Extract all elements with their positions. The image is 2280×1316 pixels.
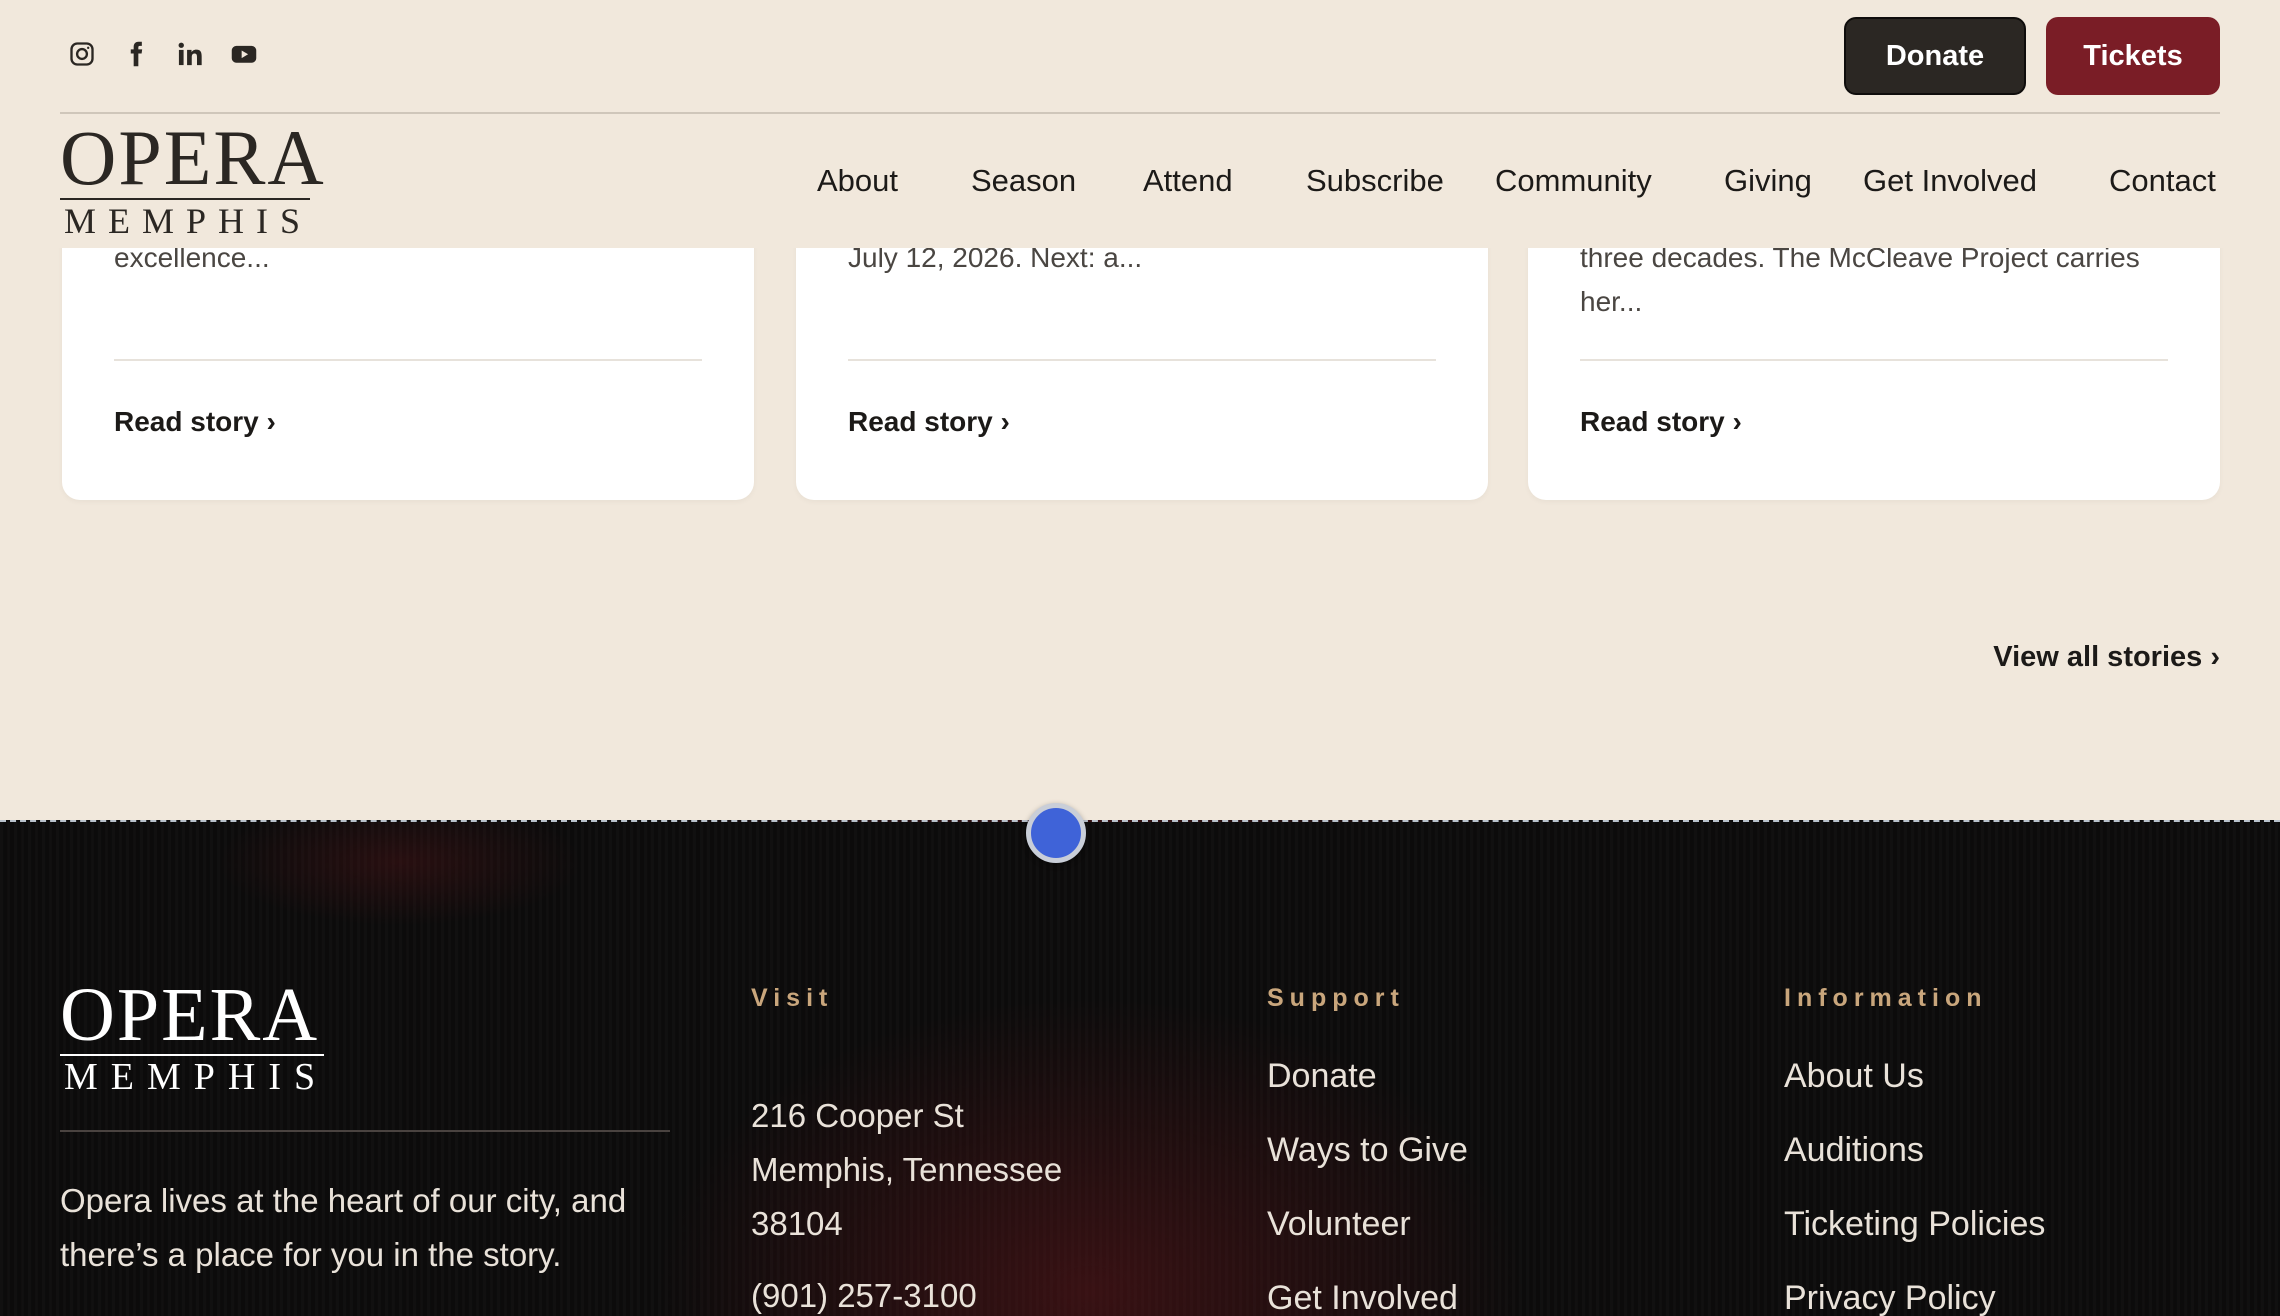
nav-item-attend[interactable]: Attend <box>1143 163 1233 199</box>
footer-tagline: Opera lives at the heart of our city, an… <box>60 1182 627 1273</box>
footer-link-about-us[interactable]: About Us <box>1784 1057 1924 1095</box>
footer-link-ticketing-policies[interactable]: Ticketing Policies <box>1784 1205 2045 1243</box>
nav-item-about[interactable]: About <box>817 163 898 199</box>
pointer-indicator <box>1026 803 1086 863</box>
footer-visit-column: Visit 216 Cooper St Memphis, Tennessee 3… <box>751 984 1062 1316</box>
footer-divider <box>60 1130 670 1132</box>
nav-item-community[interactable]: Community <box>1495 163 1652 199</box>
information-heading: Information <box>1784 984 1988 1012</box>
nav-item-contact[interactable]: Contact <box>2109 163 2216 199</box>
footer-link-privacy-policy[interactable]: Privacy Policy <box>1784 1279 1996 1316</box>
logo-wordmark-top: OPERA <box>60 973 320 1057</box>
read-story-link[interactable]: Read story › <box>1580 406 1742 438</box>
nav-item-giving[interactable]: Giving <box>1724 163 1812 199</box>
header-divider <box>60 112 2220 114</box>
footer-link-auditions[interactable]: Auditions <box>1784 1131 1924 1169</box>
address-line-city: Memphis, Tennessee <box>751 1151 1063 1188</box>
footer-logo[interactable]: OPERA MEMPHIS <box>60 973 329 1098</box>
support-heading: Support <box>1267 984 1405 1012</box>
youtube-icon[interactable] <box>230 40 258 68</box>
card-divider <box>848 359 1436 361</box>
card-divider <box>114 359 702 361</box>
visit-heading: Visit <box>751 984 834 1012</box>
logo-wordmark-bottom: MEMPHIS <box>64 1056 329 1098</box>
information-links: About Us Auditions Ticketing Policies Pr… <box>1784 1057 2045 1316</box>
footer-link-get-involved[interactable]: Get Involved <box>1267 1279 1458 1316</box>
logo-wordmark-bottom: MEMPHIS <box>64 201 313 241</box>
instagram-icon[interactable] <box>68 40 96 68</box>
tickets-button[interactable]: Tickets <box>2046 17 2220 95</box>
story-excerpt: three decades. The McCleave Project carr… <box>1580 242 2140 317</box>
footer-information-column: Information About Us Auditions Ticketing… <box>1784 984 2045 1316</box>
address-line-zip: 38104 <box>751 1205 843 1242</box>
donate-button[interactable]: Donate <box>1844 17 2026 95</box>
venue-address: 216 Cooper St Memphis, Tennessee 38104 <box>751 1089 1062 1251</box>
view-all-stories-link[interactable]: View all stories › <box>1993 641 2220 674</box>
address-line-street: 216 Cooper St <box>751 1097 964 1134</box>
footer-link-volunteer[interactable]: Volunteer <box>1267 1205 1411 1243</box>
phone-number[interactable]: (901) 257-3100 <box>751 1269 1062 1316</box>
nav-item-get-involved[interactable]: Get Involved <box>1863 163 2037 199</box>
read-story-link[interactable]: Read story › <box>848 406 1010 438</box>
read-story-link[interactable]: Read story › <box>114 406 276 438</box>
facebook-icon[interactable] <box>122 40 150 68</box>
site-header: Donate Tickets OPERA MEMPHIS About Seaso… <box>0 0 2280 248</box>
card-divider <box>1580 359 2168 361</box>
main-nav: About Season Attend Subscribe Community … <box>0 163 2280 203</box>
footer-link-donate[interactable]: Donate <box>1267 1057 1377 1095</box>
linkedin-icon[interactable] <box>176 40 204 68</box>
site-footer: OPERA MEMPHIS Opera lives at the heart o… <box>0 820 2280 1316</box>
footer-support-column: Support Donate Ways to Give Volunteer Ge… <box>1267 984 1468 1316</box>
footer-link-ways-to-give[interactable]: Ways to Give <box>1267 1131 1468 1169</box>
social-links <box>68 40 258 68</box>
support-links: Donate Ways to Give Volunteer Get Involv… <box>1267 1057 1468 1316</box>
nav-item-subscribe[interactable]: Subscribe <box>1306 163 1444 199</box>
nav-item-season[interactable]: Season <box>971 163 1076 199</box>
